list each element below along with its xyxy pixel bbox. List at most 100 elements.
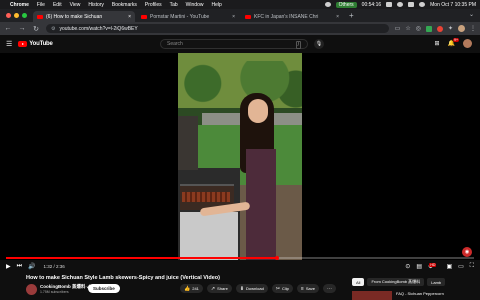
like-button[interactable]: 👍 241 <box>180 284 203 293</box>
extension-green-icon[interactable] <box>425 25 432 32</box>
tab-title: KFC in Japan's INSANE Chri <box>254 13 319 20</box>
back-arrow-icon[interactable]: ← <box>4 25 12 32</box>
recommended-video[interactable]: FAQ - Sichuan Peppercorn <box>352 291 480 300</box>
fullscreen-icon[interactable]: ⛶ <box>470 263 474 270</box>
menubar-clock[interactable]: Mon Oct 7 10:35 PM <box>430 2 476 8</box>
browser-tab-strip: (6) How to make Sichuan × Pornstar Marti… <box>0 9 480 22</box>
profile-avatar[interactable] <box>458 25 465 32</box>
forward-arrow-icon[interactable]: → <box>18 25 26 32</box>
more-actions-button[interactable]: ⋯ <box>322 284 336 293</box>
browser-tab-2[interactable]: Pornstar Martini - YouTube × <box>137 11 239 22</box>
miniplayer-icon[interactable]: ▣ <box>446 263 452 270</box>
save-button[interactable]: ≡ Save <box>296 284 319 293</box>
menu-help[interactable]: Help <box>211 2 221 8</box>
menu-chrome[interactable]: Chrome <box>10 2 29 8</box>
extension-red-icon[interactable] <box>436 25 443 32</box>
close-tab-icon[interactable]: × <box>232 14 235 20</box>
minimize-window-button[interactable] <box>14 13 19 18</box>
settings-gear-icon[interactable]: ⚙HD <box>428 262 440 270</box>
address-bar[interactable]: ⚙ youtube.com/watch?v=l-2iQ6wBEY <box>46 24 389 33</box>
person-dress <box>246 149 276 260</box>
youtube-favicon-icon <box>37 14 43 19</box>
chip-all[interactable]: All <box>352 278 365 286</box>
video-frame[interactable] <box>178 53 302 260</box>
toolbar-actions: ▭ ☆ ◎ ✦ ⋮ <box>395 25 476 32</box>
bookmark-star-icon[interactable]: ☆ <box>405 25 410 32</box>
notification-count-badge: 9+ <box>453 38 459 42</box>
chip-from-channel[interactable]: From CookingBomb 蒸爆料 <box>367 278 425 286</box>
player-overlay-red-icon[interactable]: ◉ <box>462 247 472 257</box>
notifications-bell-icon[interactable]: 🔔 9+ <box>448 38 459 47</box>
close-window-button[interactable] <box>6 13 11 18</box>
play-icon[interactable]: ▶ <box>6 263 11 270</box>
lamb-skewers <box>182 192 230 202</box>
tab-search-chevron-icon[interactable]: ⌄ <box>469 11 474 18</box>
meet-indicator[interactable]: Others <box>335 1 357 8</box>
menu-edit[interactable]: Edit <box>53 2 62 8</box>
video-scene-person <box>199 93 288 260</box>
chip-lamb[interactable]: Lamb <box>427 278 446 286</box>
progress-played <box>6 257 278 259</box>
menu-tab[interactable]: Tab <box>170 2 178 8</box>
search-input[interactable]: Search / <box>160 39 308 49</box>
chrome-menu-icon[interactable]: ⋮ <box>470 25 476 32</box>
menu-bookmarks[interactable]: Bookmarks <box>112 2 137 8</box>
lens-icon[interactable]: ◎ <box>416 25 421 32</box>
menu-window[interactable]: Window <box>186 2 204 8</box>
youtube-favicon-icon <box>245 14 251 19</box>
new-tab-button[interactable]: + <box>345 11 358 22</box>
grill-front <box>180 212 238 260</box>
subtitles-icon[interactable]: ▤ <box>416 263 422 270</box>
video-progress-bar[interactable] <box>6 256 474 260</box>
menu-profiles[interactable]: Profiles <box>145 2 162 8</box>
channel-avatar[interactable] <box>26 284 37 295</box>
hd-badge: HD <box>429 262 437 267</box>
search-spotlight-icon[interactable] <box>408 2 415 7</box>
next-video-icon[interactable]: ⏭ <box>17 263 22 270</box>
download-button[interactable]: ⬇ Download <box>235 284 268 293</box>
battery-icon[interactable] <box>386 2 393 7</box>
player-controls: ▶ ⏭ 🔊 1:32 / 2:36 ⊙ ▤ ⚙HD ▣ ▭ ⛶ <box>0 261 480 271</box>
voice-search-mic-icon[interactable]: 🎙 <box>314 39 324 49</box>
reload-icon[interactable]: ↻ <box>32 25 40 33</box>
account-avatar[interactable] <box>463 39 472 48</box>
volume-icon[interactable]: 🔊 <box>28 263 35 270</box>
share-icon: ↗ <box>210 285 216 292</box>
youtube-play-logo-icon <box>18 41 28 47</box>
theater-mode-icon[interactable]: ▭ <box>458 263 464 270</box>
autoplay-toggle-icon[interactable]: ⊙ <box>405 263 410 270</box>
youtube-logo[interactable]: YouTube <box>18 41 53 47</box>
create-video-icon[interactable]: ⊞ <box>434 40 439 47</box>
extensions-puzzle-icon[interactable]: ✦ <box>448 25 453 32</box>
extension-status-icon[interactable] <box>324 2 331 7</box>
browser-tab-1[interactable]: (6) How to make Sichuan × <box>33 11 135 22</box>
subscribe-button[interactable]: Subscribe <box>88 284 120 293</box>
site-info-icon[interactable]: ⚙ <box>51 26 55 32</box>
recommended-title[interactable]: FAQ - Sichuan Peppercorn <box>396 291 444 300</box>
timer-readout[interactable]: 00:54:16 <box>362 2 381 8</box>
clip-button[interactable]: ✂ Clip <box>271 284 293 293</box>
menu-view[interactable]: View <box>70 2 81 8</box>
save-label: Save <box>305 286 315 291</box>
meet-label: Others <box>338 1 354 8</box>
hamburger-menu-icon[interactable]: ☰ <box>6 40 12 48</box>
more-horizontal-icon: ⋯ <box>326 285 332 292</box>
cast-icon[interactable]: ▭ <box>395 25 401 32</box>
menu-history[interactable]: History <box>88 2 104 8</box>
close-tab-icon[interactable]: × <box>336 14 339 20</box>
video-player[interactable]: ◉ <box>0 53 480 260</box>
video-actions: 👍 241 ↗ Share ⬇ Download ✂ Clip ≡ Save ⋯ <box>180 284 336 293</box>
player-controls-right: ⊙ ▤ ⚙HD ▣ ▭ ⛶ <box>405 261 474 271</box>
recommended-thumbnail[interactable] <box>352 291 392 300</box>
subscriber-count: 1.75M subscribers <box>40 290 69 294</box>
control-center-icon[interactable] <box>419 2 426 7</box>
person-face <box>248 99 268 123</box>
close-tab-icon[interactable]: × <box>128 14 131 20</box>
menu-file[interactable]: File <box>37 2 45 8</box>
share-button[interactable]: ↗ Share <box>206 284 232 293</box>
window-controls <box>0 13 33 22</box>
wifi-icon[interactable] <box>397 2 404 7</box>
zoom-window-button[interactable] <box>22 13 27 18</box>
playlist-add-icon: ≡ <box>300 285 304 292</box>
browser-tab-3[interactable]: KFC in Japan's INSANE Chri × <box>241 11 343 22</box>
